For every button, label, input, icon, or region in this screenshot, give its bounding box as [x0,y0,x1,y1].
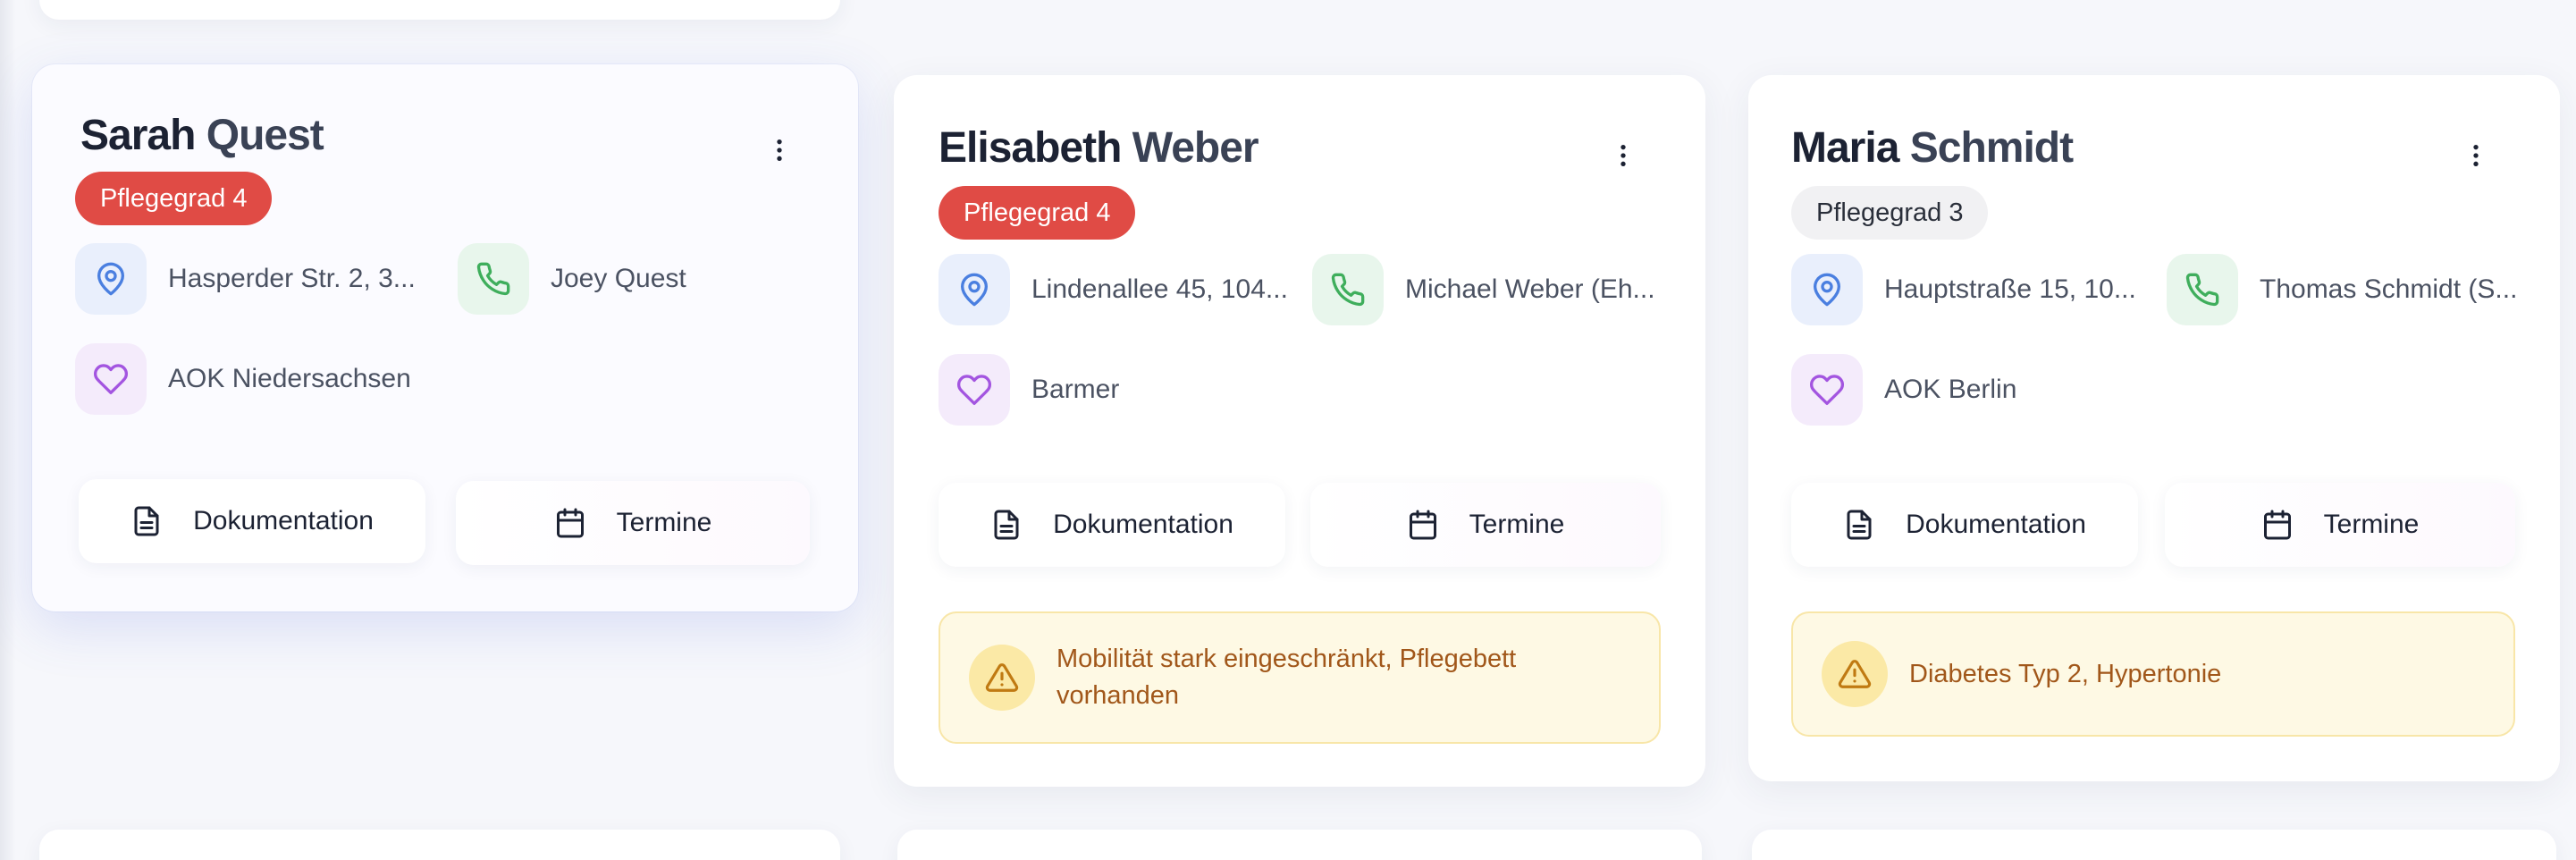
heart-icon-box [939,354,1010,426]
health-alert: Mobilität stark eingeschränkt, Pflegebet… [939,611,1661,744]
patient-card-partial[interactable] [1752,830,2556,860]
appointments-label: Termine [2323,510,2420,539]
insurance-text: AOK Niedersachsen [168,364,411,393]
contact-row[interactable]: Joey Quest [458,243,833,315]
calendar-icon [2263,510,2291,540]
patient-card[interactable]: Elisabeth Weber Pflegegrad 4 Lindenallee… [894,75,1705,787]
more-vertical-icon [1621,145,1626,166]
heart-icon [1809,375,1845,405]
alert-triangle-icon [985,663,1019,692]
warning-icon-box [969,645,1035,711]
documentation-button[interactable]: Dokumentation [1791,483,2138,567]
patient-last-name: Quest [206,112,324,159]
calendar-icon [1409,510,1436,540]
more-options-button[interactable] [1605,138,1641,173]
patient-card[interactable]: Maria Schmidt Pflegegrad 3 Hauptstraße 1… [1748,75,2560,781]
location-icon-box [939,254,1010,325]
alert-text: Diabetes Typ 2, Hypertonie [1909,659,2222,688]
contact-text: Joey Quest [551,264,686,293]
address-text: Lindenallee 45, 104... [1031,274,1288,304]
patient-last-name: Weber [1132,124,1259,172]
more-vertical-icon [2473,145,2479,166]
patient-name: Maria Schmidt [1791,123,2074,173]
scroll-edge-shadow [0,0,16,860]
file-text-icon [134,506,159,536]
address-text: Hauptstraße 15, 10... [1884,274,2136,304]
appointments-button[interactable]: Termine [1310,483,1661,567]
patient-first-name: Maria [1791,124,1899,172]
documentation-label: Dokumentation [1053,510,1233,539]
patient-first-name: Elisabeth [939,124,1122,172]
insurance-row: Barmer [939,354,1296,426]
insurance-row: AOK Niedersachsen [75,343,468,415]
insurance-row: AOK Berlin [1791,354,2149,426]
documentation-label: Dokumentation [1906,510,2086,539]
contact-row[interactable]: Michael Weber (Eh... [1312,254,1670,325]
address-text: Hasperder Str. 2, 3... [168,264,416,293]
heart-icon-box [1791,354,1863,426]
file-text-icon [994,510,1019,540]
patient-name: Elisabeth Weber [939,123,1259,173]
address-row: Hauptstraße 15, 10... [1791,254,2149,325]
heart-icon [93,364,129,394]
heart-icon-box [75,343,147,415]
patient-grid: Sarah Quest Pflegegrad 4 Hasperder Str. … [0,0,2576,860]
care-level-badge: Pflegegrad 4 [75,172,273,225]
warning-icon-box [1822,641,1888,707]
location-icon-box [1791,254,1863,325]
phone-icon-box[interactable] [458,243,529,315]
calendar-icon [556,508,584,538]
heart-icon [956,375,992,405]
phone-icon [2185,273,2219,307]
contact-text: Michael Weber (Eh... [1405,274,1655,304]
address-row: Hasperder Str. 2, 3... [75,243,468,315]
phone-icon-box[interactable] [1312,254,1384,325]
appointments-label: Termine [1469,510,1565,539]
phone-icon [476,262,510,296]
insurance-text: Barmer [1031,375,1120,404]
file-text-icon [1847,510,1872,540]
patient-card-partial[interactable] [39,0,840,20]
documentation-button[interactable]: Dokumentation [79,479,425,563]
map-pin-icon [1814,273,1840,307]
map-pin-icon [961,273,988,307]
care-level-badge: Pflegegrad 3 [1791,186,1989,240]
patient-card[interactable]: Sarah Quest Pflegegrad 4 Hasperder Str. … [32,64,858,611]
appointments-label: Termine [616,508,712,537]
patient-last-name: Schmidt [1909,124,2074,172]
patient-card-partial[interactable] [39,830,840,860]
phone-icon [1331,273,1365,307]
insurance-text: AOK Berlin [1884,375,2017,404]
patient-card-partial[interactable] [897,830,1702,860]
appointments-button[interactable]: Termine [456,481,810,565]
patient-name: Sarah Quest [80,111,324,160]
alert-triangle-icon [1838,660,1872,688]
phone-icon-box[interactable] [2167,254,2238,325]
more-options-button[interactable] [762,132,797,168]
documentation-label: Dokumentation [193,506,374,535]
patient-first-name: Sarah [80,112,196,159]
more-vertical-icon [777,139,782,161]
more-options-button[interactable] [2458,138,2494,173]
map-pin-icon [97,262,124,296]
documentation-button[interactable]: Dokumentation [939,483,1285,567]
contact-text: Thomas Schmidt (S... [2260,274,2518,304]
address-row: Lindenallee 45, 104... [939,254,1296,325]
health-alert: Diabetes Typ 2, Hypertonie [1791,611,2515,737]
alert-text: Mobilität stark eingeschränkt, Pflegebet… [1056,645,1517,710]
location-icon-box [75,243,147,315]
contact-row[interactable]: Thomas Schmidt (S... [2167,254,2526,325]
care-level-badge: Pflegegrad 4 [939,186,1136,240]
appointments-button[interactable]: Termine [2165,483,2515,567]
